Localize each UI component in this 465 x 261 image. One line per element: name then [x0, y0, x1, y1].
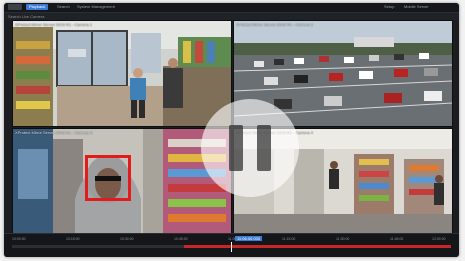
timeline-tick: 11:45:00: [390, 237, 404, 241]
timeline-tick: 10:45:00: [174, 237, 188, 241]
camera-tile-1[interactable]: XProtect Mirror Server 2019 R1 - Camera …: [12, 20, 232, 127]
timeline-tick: 12:00:00: [432, 237, 446, 241]
mobile-server-button[interactable]: Mobile Server: [404, 4, 429, 10]
view-name: Search Live Camera: [8, 14, 45, 19]
vms-window: Playback Search System Management Setup …: [4, 3, 459, 257]
camera-tile-3[interactable]: XProtect Mirror Server 2019 R1 - Camera …: [12, 128, 232, 234]
camera-grid: XProtect Mirror Server 2019 R1 - Camera …: [12, 20, 453, 234]
logo: [8, 4, 22, 10]
tab-system-management[interactable]: System Management: [74, 4, 118, 10]
recording-segment: [184, 245, 451, 248]
playhead[interactable]: [231, 242, 232, 252]
top-bar: Playback Search System Management Setup …: [4, 3, 459, 13]
pause-icon-bar: [257, 125, 271, 171]
camera-label: XProtect Mirror Server 2019 R1 - Camera …: [236, 22, 314, 27]
camera-label: XProtect Mirror Server 2019 R1 - Camera …: [15, 130, 93, 135]
timeline-tick: 11:15:00: [282, 237, 296, 241]
setup-button[interactable]: Setup: [384, 4, 394, 10]
tab-playback[interactable]: Playback: [26, 4, 49, 10]
tab-search[interactable]: Search: [54, 4, 73, 10]
timeline[interactable]: 10:00:00 10:15:00 10:30:00 10:45:00 11:0…: [4, 233, 459, 257]
timeline-tick: 11:30:00: [336, 237, 350, 241]
pause-icon: [229, 125, 243, 171]
view-toolbar: Search Live Camera: [4, 13, 459, 20]
pause-button[interactable]: [201, 99, 299, 197]
timeline-tick: 10:15:00: [66, 237, 80, 241]
playhead-time: 11:06:00.000: [235, 236, 263, 241]
timeline-tick: 10:30:00: [120, 237, 134, 241]
face-detection-box: [85, 155, 131, 201]
camera-label: XProtect Mirror Server 2019 R1 - Camera …: [15, 22, 93, 27]
camera-1-feed: [13, 21, 231, 126]
timeline-tick: 10:00:00: [12, 237, 26, 241]
